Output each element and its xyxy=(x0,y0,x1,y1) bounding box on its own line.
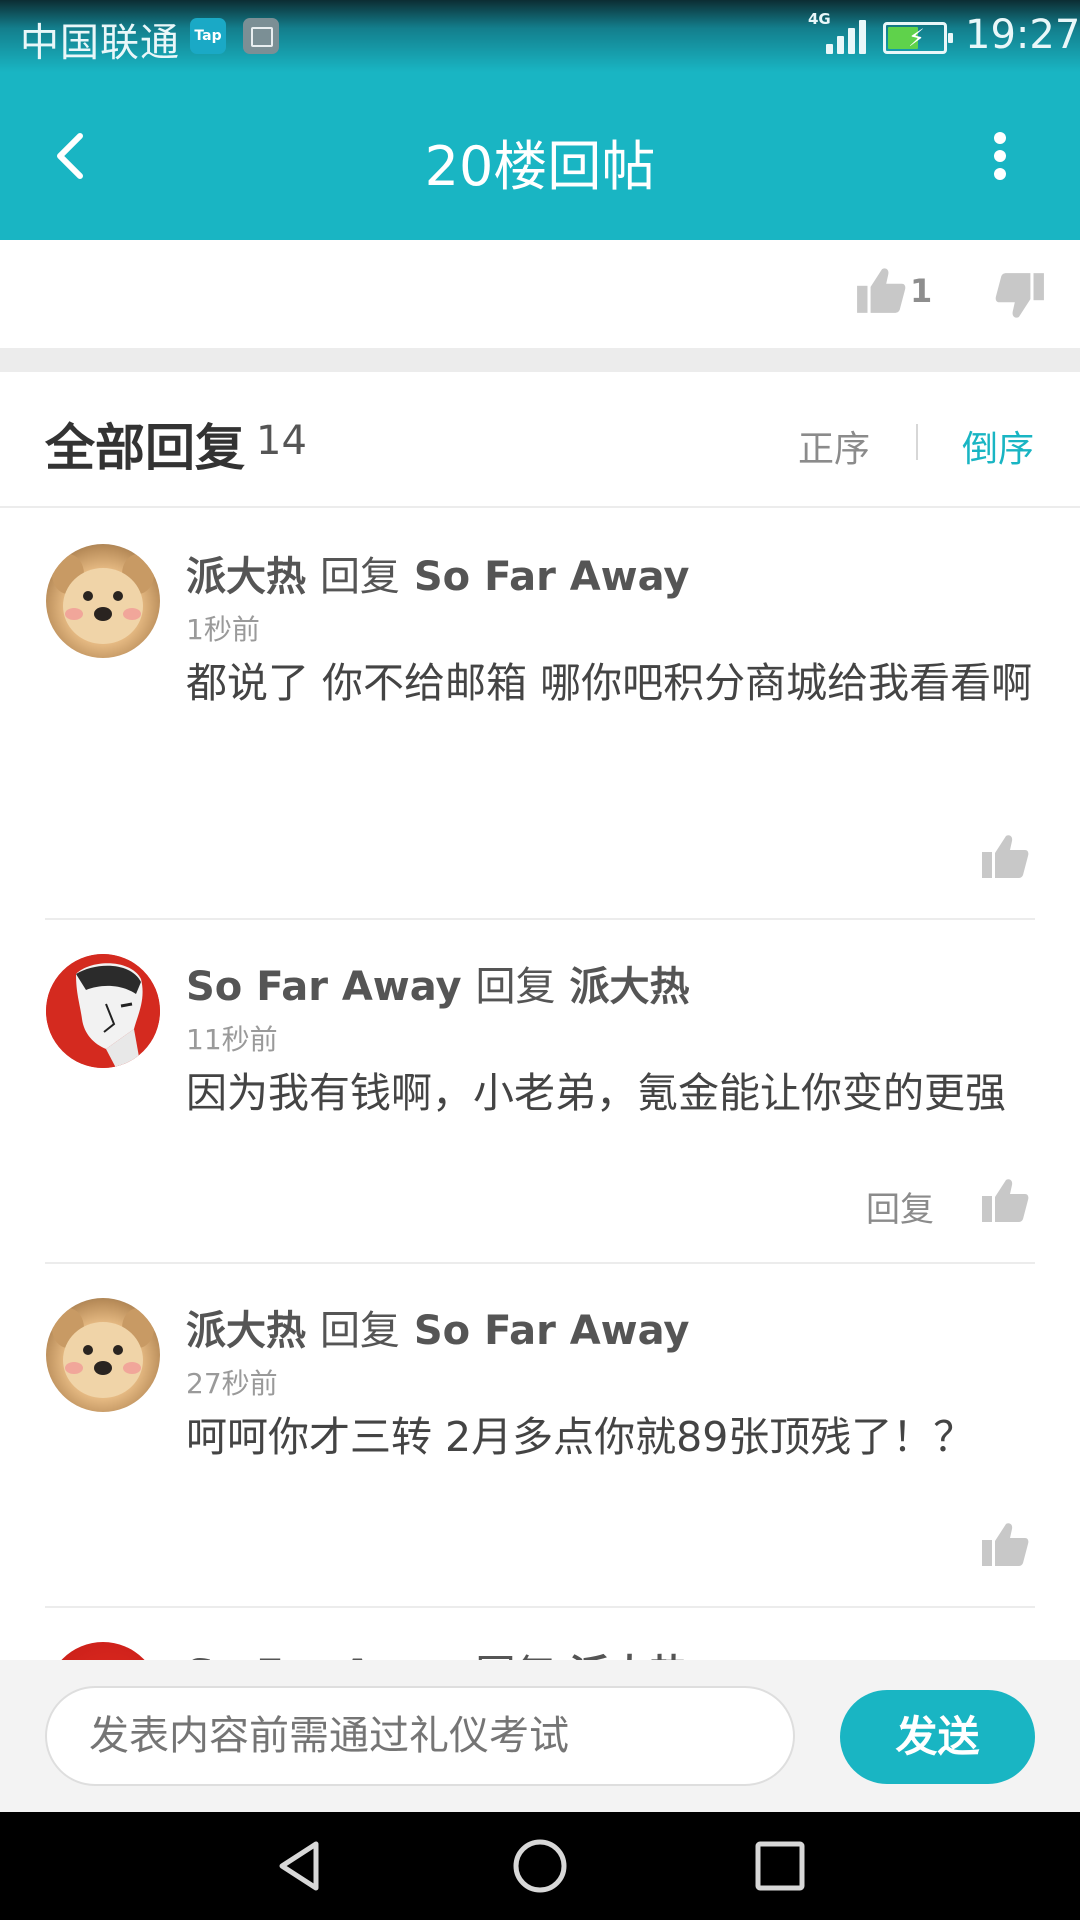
reply-time: 27秒前 xyxy=(186,1367,278,1400)
replies-count: 14 xyxy=(256,418,307,464)
app-bar: 20楼回帖 xyxy=(0,72,1080,240)
reply-item: So Far Away 回复 派大热 11秒前 因为我有钱啊，小老弟，氪金能让你… xyxy=(0,920,1080,1264)
reply-body: 都说了 你不给邮箱 哪你吧积分商城给我看看啊 xyxy=(186,659,1033,707)
reply-item: 派大热 回复 So Far Away 1秒前 都说了 你不给邮箱 哪你吧积分商城… xyxy=(0,510,1080,920)
reply-target[interactable]: 派大热 xyxy=(569,1652,689,1660)
more-vertical-icon[interactable] xyxy=(980,128,1020,184)
avatar[interactable] xyxy=(46,1298,160,1412)
sort-descending-button[interactable]: 倒序 xyxy=(962,420,1034,472)
status-bar: 中国联通 Tap 4G ⚡ 19:27 xyxy=(0,0,1080,72)
battery-icon: ⚡ xyxy=(883,22,953,54)
reply-author[interactable]: 派大热 xyxy=(186,554,306,600)
post-vote-bar: 1 xyxy=(0,240,1080,348)
nav-recent-apps-icon[interactable] xyxy=(750,1836,810,1896)
portrait-avatar-image xyxy=(46,954,160,1068)
sort-divider xyxy=(916,424,918,460)
reply-meta: 派大热 回复 So Far Away xyxy=(186,544,689,602)
reply-target[interactable]: 派大热 xyxy=(569,964,689,1010)
thumbs-down-icon[interactable] xyxy=(994,269,1046,321)
reply-word: 回复 xyxy=(475,964,556,1010)
reply-word: 回复 xyxy=(319,554,400,600)
reply-time: 11秒前 xyxy=(186,1023,278,1056)
nav-home-icon[interactable] xyxy=(510,1836,570,1896)
reply-body: 呵呵你才三转 2月多点你就89张顶残了！？ xyxy=(186,1413,975,1461)
thumbs-up-icon[interactable] xyxy=(980,832,1030,882)
page-title: 20楼回帖 xyxy=(424,135,656,198)
avatar[interactable] xyxy=(46,954,160,1068)
signal-icon xyxy=(820,18,868,54)
reply-button[interactable]: 回复 xyxy=(866,1182,934,1231)
reply-item: 派大热 回复 So Far Away 27秒前 呵呵你才三转 2月多点你就89张… xyxy=(0,1264,1080,1608)
reply-body: 因为我有钱啊，小老弟，氪金能让你变的更强 xyxy=(186,1069,1006,1117)
nav-back-icon[interactable] xyxy=(270,1836,330,1896)
section-separator xyxy=(0,348,1080,372)
like-count: 1 xyxy=(910,272,933,310)
thumbs-up-icon[interactable] xyxy=(980,1520,1030,1570)
reply-word: 回复 xyxy=(319,1308,400,1354)
reply-target[interactable]: So Far Away xyxy=(414,1308,690,1354)
avatar[interactable] xyxy=(46,544,160,658)
send-button[interactable]: 发送 xyxy=(840,1690,1035,1784)
charging-icon: ⚡ xyxy=(908,24,925,52)
reply-time: 1秒前 xyxy=(186,613,260,646)
carrier-name: 中国联通 xyxy=(20,21,181,66)
reply-meta: So Far Away 回复 派大热 xyxy=(186,954,689,1012)
dog-avatar-image xyxy=(52,554,154,644)
system-nav-bar xyxy=(0,1812,1080,1920)
reply-meta: So Far Away 回复 派大热 xyxy=(186,1642,689,1660)
avatar[interactable] xyxy=(46,1642,160,1660)
replies-title: 全部回复 xyxy=(45,419,245,477)
reply-composer: 发送 xyxy=(0,1660,1080,1812)
reply-author[interactable]: 派大热 xyxy=(186,1308,306,1354)
reply-target[interactable]: So Far Away xyxy=(414,554,690,600)
reply-meta: 派大热 回复 So Far Away xyxy=(186,1298,689,1356)
thumbs-up-icon[interactable] xyxy=(980,1176,1030,1226)
reply-word: 回复 xyxy=(476,1652,556,1660)
reply-item: So Far Away 回复 派大热 xyxy=(0,1608,1080,1660)
reply-author[interactable]: So Far Away xyxy=(186,1652,462,1660)
gallery-icon xyxy=(243,18,279,54)
dog-avatar-image xyxy=(52,1308,154,1398)
replies-header: 全部回复 14 正序 倒序 xyxy=(0,372,1080,508)
thumbs-up-icon[interactable] xyxy=(855,265,907,317)
tap-app-icon: Tap xyxy=(190,18,226,54)
reply-input[interactable] xyxy=(45,1686,795,1786)
sort-ascending-button[interactable]: 正序 xyxy=(798,420,870,472)
status-clock: 19:27 xyxy=(965,12,1080,58)
reply-author[interactable]: So Far Away xyxy=(186,964,462,1010)
